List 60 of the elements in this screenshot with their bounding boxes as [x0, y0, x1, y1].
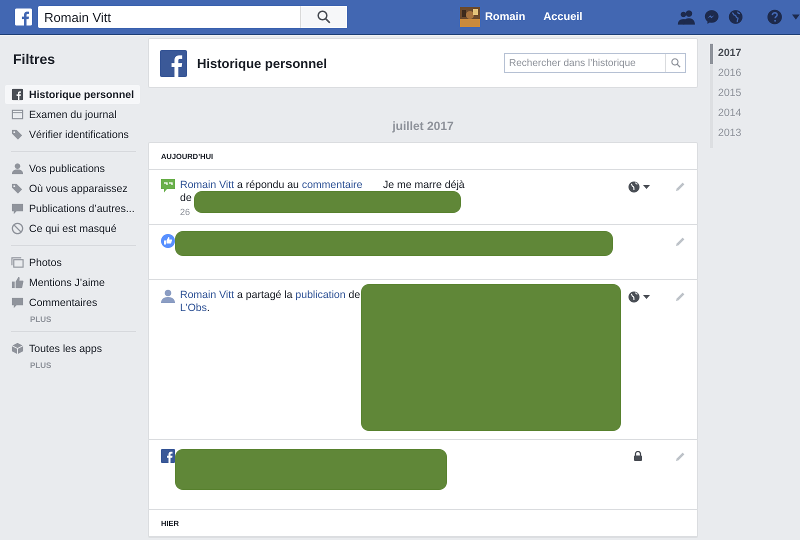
search-field[interactable]: Romain Vitt [38, 6, 300, 28]
caret-icon [643, 185, 650, 189]
sidebar-item[interactable]: Historique personnel [5, 85, 140, 104]
friends-icon[interactable] [677, 8, 696, 26]
sidebar-item[interactable]: Toutes les apps [5, 339, 140, 358]
globe-icon [628, 291, 640, 303]
tag-icon [11, 128, 24, 141]
sidebar-item[interactable]: Vérifier identifications [5, 125, 140, 144]
sidebar-item[interactable]: Mentions J’aime [5, 273, 140, 292]
sidebar-item[interactable]: Ce qui est masqué [5, 219, 140, 238]
text-link[interactable]: Romain Vitt [180, 289, 234, 301]
page-title: Historique personnel [197, 56, 328, 70]
year-link[interactable]: 2017 [710, 44, 790, 64]
globe-icon [628, 181, 640, 193]
sidebar-item[interactable]: Examen du journal [5, 105, 140, 124]
search-icon[interactable] [316, 10, 331, 24]
globe-icon[interactable] [728, 8, 743, 26]
tag-icon [11, 182, 24, 195]
photos-icon [11, 256, 24, 269]
date-text: 26 [180, 206, 192, 219]
journal-icon [11, 108, 24, 121]
sidebar-item[interactable]: Vos publications [5, 159, 140, 178]
messenger-icon[interactable] [704, 8, 720, 26]
sidebar-item[interactable]: Commentaires [5, 293, 140, 312]
profile-link[interactable]: Romain [484, 11, 526, 23]
sidebar-item[interactable]: Photos [5, 253, 140, 272]
sidebar-item[interactable]: Publications d’autres... [5, 199, 140, 218]
text-link[interactable]: commentaire [302, 179, 363, 191]
privacy-button[interactable] [628, 291, 650, 303]
caret-icon [643, 295, 650, 299]
like-icon [161, 234, 175, 248]
text-link[interactable]: publication [295, 289, 346, 301]
help-icon[interactable] [766, 8, 782, 26]
like-icon [11, 276, 24, 289]
fb-icon [11, 88, 24, 101]
home-link[interactable]: Accueil [543, 11, 582, 23]
pencil-icon[interactable] [676, 452, 685, 461]
caret-icon[interactable] [792, 14, 800, 20]
month-heading: juillet 2017 [391, 119, 455, 133]
search-box[interactable]: Romain Vitt [38, 6, 347, 28]
logo-icon[interactable] [15, 7, 32, 27]
pencil-icon[interactable] [676, 237, 685, 246]
speech-icon [11, 202, 24, 215]
comment-icon [161, 179, 175, 193]
privacy-button[interactable] [628, 181, 650, 193]
person-icon [11, 162, 24, 175]
text-link[interactable]: L’Obs [180, 302, 207, 314]
lock-icon [634, 451, 642, 461]
person-icon [161, 289, 175, 303]
sidebar-item[interactable]: Où vous apparaissez [5, 179, 140, 198]
sidebar-title: Filtres [13, 51, 56, 67]
cube-icon [11, 342, 24, 355]
comment-icon [11, 296, 24, 309]
text-link[interactable]: Romain Vitt [180, 179, 234, 191]
pencil-icon[interactable] [676, 292, 685, 301]
pencil-icon[interactable] [676, 182, 685, 191]
ban-icon [11, 222, 24, 235]
facebook-icon [161, 449, 175, 463]
history-search-box[interactable]: Rechercher dans l’historique [504, 53, 686, 73]
logo-icon [160, 50, 187, 76]
